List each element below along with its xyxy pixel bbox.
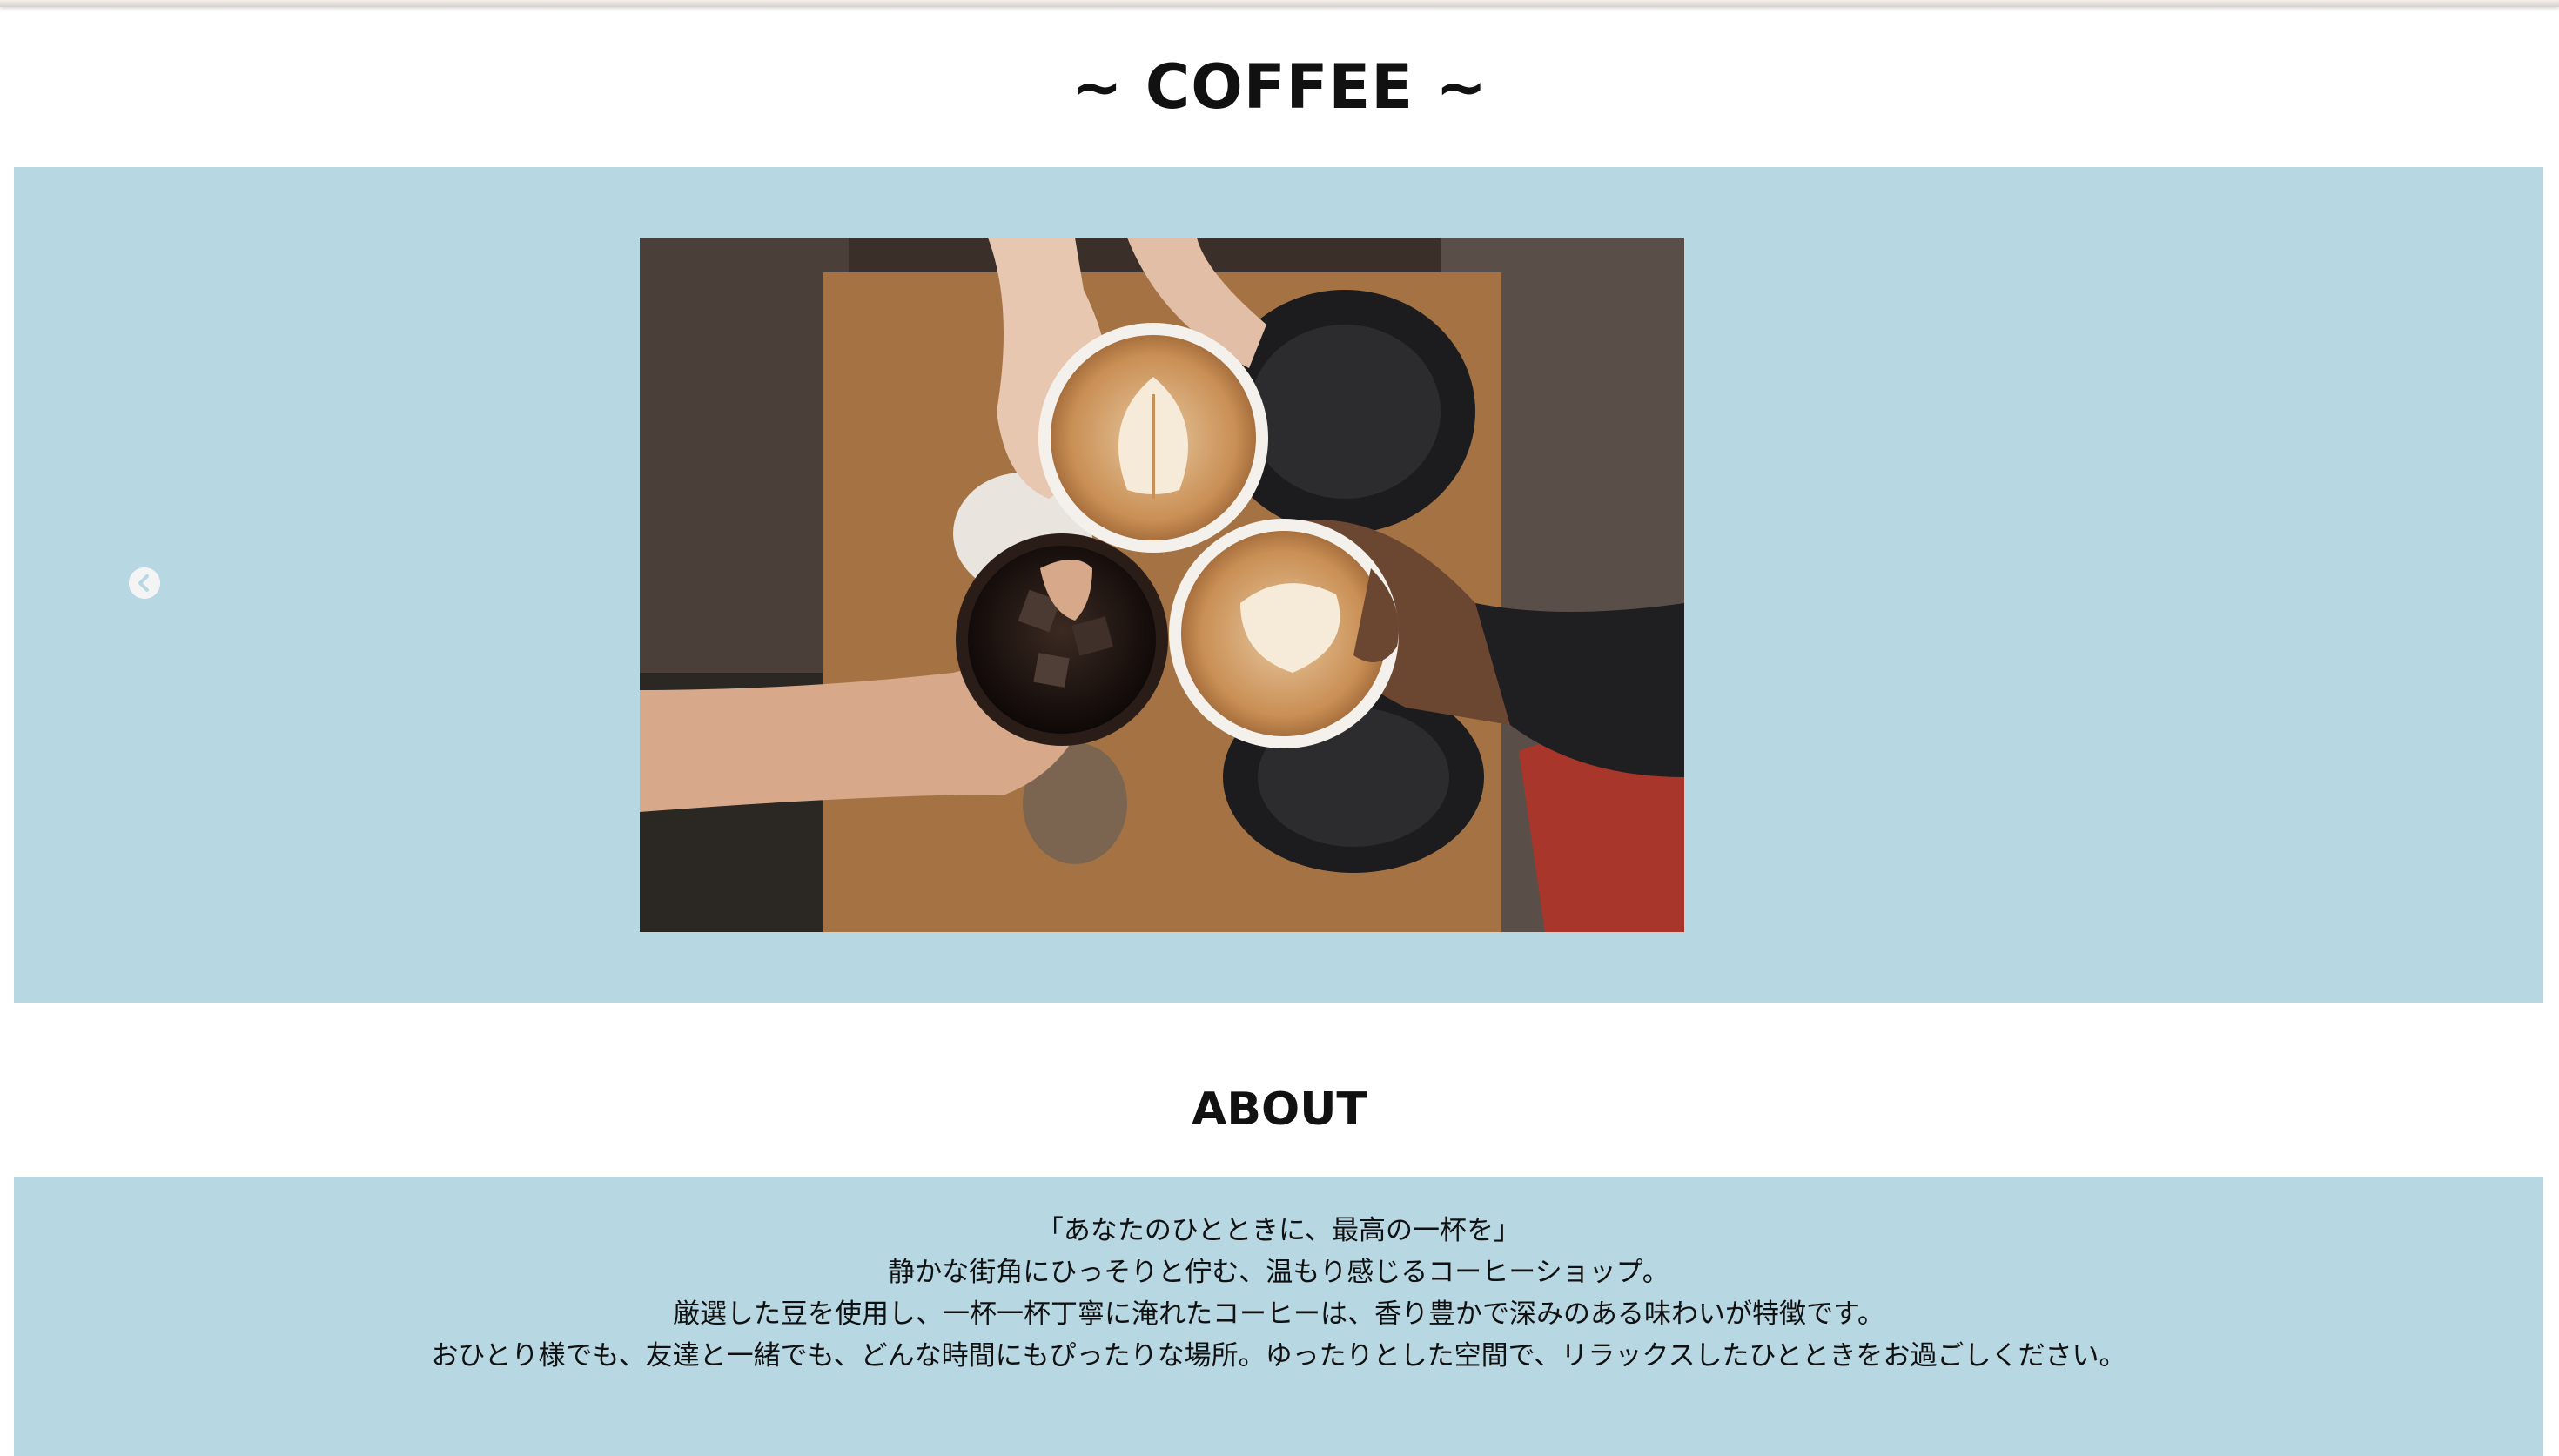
about-text: 「あなたのひとときに、最高の一杯を」 静かな街角にひっそりと佇む、温もり感じるコ… [14,1210,2543,1377]
about-line: おひとり様でも、友達と一緒でも、どんな時間にもぴったりな場所。ゆったりとした空間… [431,1340,2126,1372]
browser-top-edge [0,0,2559,7]
coffee-toast-photo [640,238,1684,932]
site-title: ~ COFFEE ~ [1071,51,1488,123]
chevron-left-circle-icon [129,567,160,599]
about-tagline: 「あなたのひとときに、最高の一杯を」 [1036,1215,1521,1246]
about-heading: ABOUT [1192,1084,1367,1136]
about-line: 静かな街角にひっそりと佇む、温もり感じるコーヒーショップ。 [888,1257,1669,1288]
about-line: 厳選した豆を使用し、一杯一杯丁寧に淹れたコーヒーは、香り豊かで深みのある味わいが… [673,1298,1884,1330]
about-panel: 「あなたのひとときに、最高の一杯を」 静かな街角にひっそりと佇む、温もり感じるコ… [14,1177,2543,1456]
carousel-prev-button[interactable] [129,567,160,599]
carousel-image [640,238,1684,932]
